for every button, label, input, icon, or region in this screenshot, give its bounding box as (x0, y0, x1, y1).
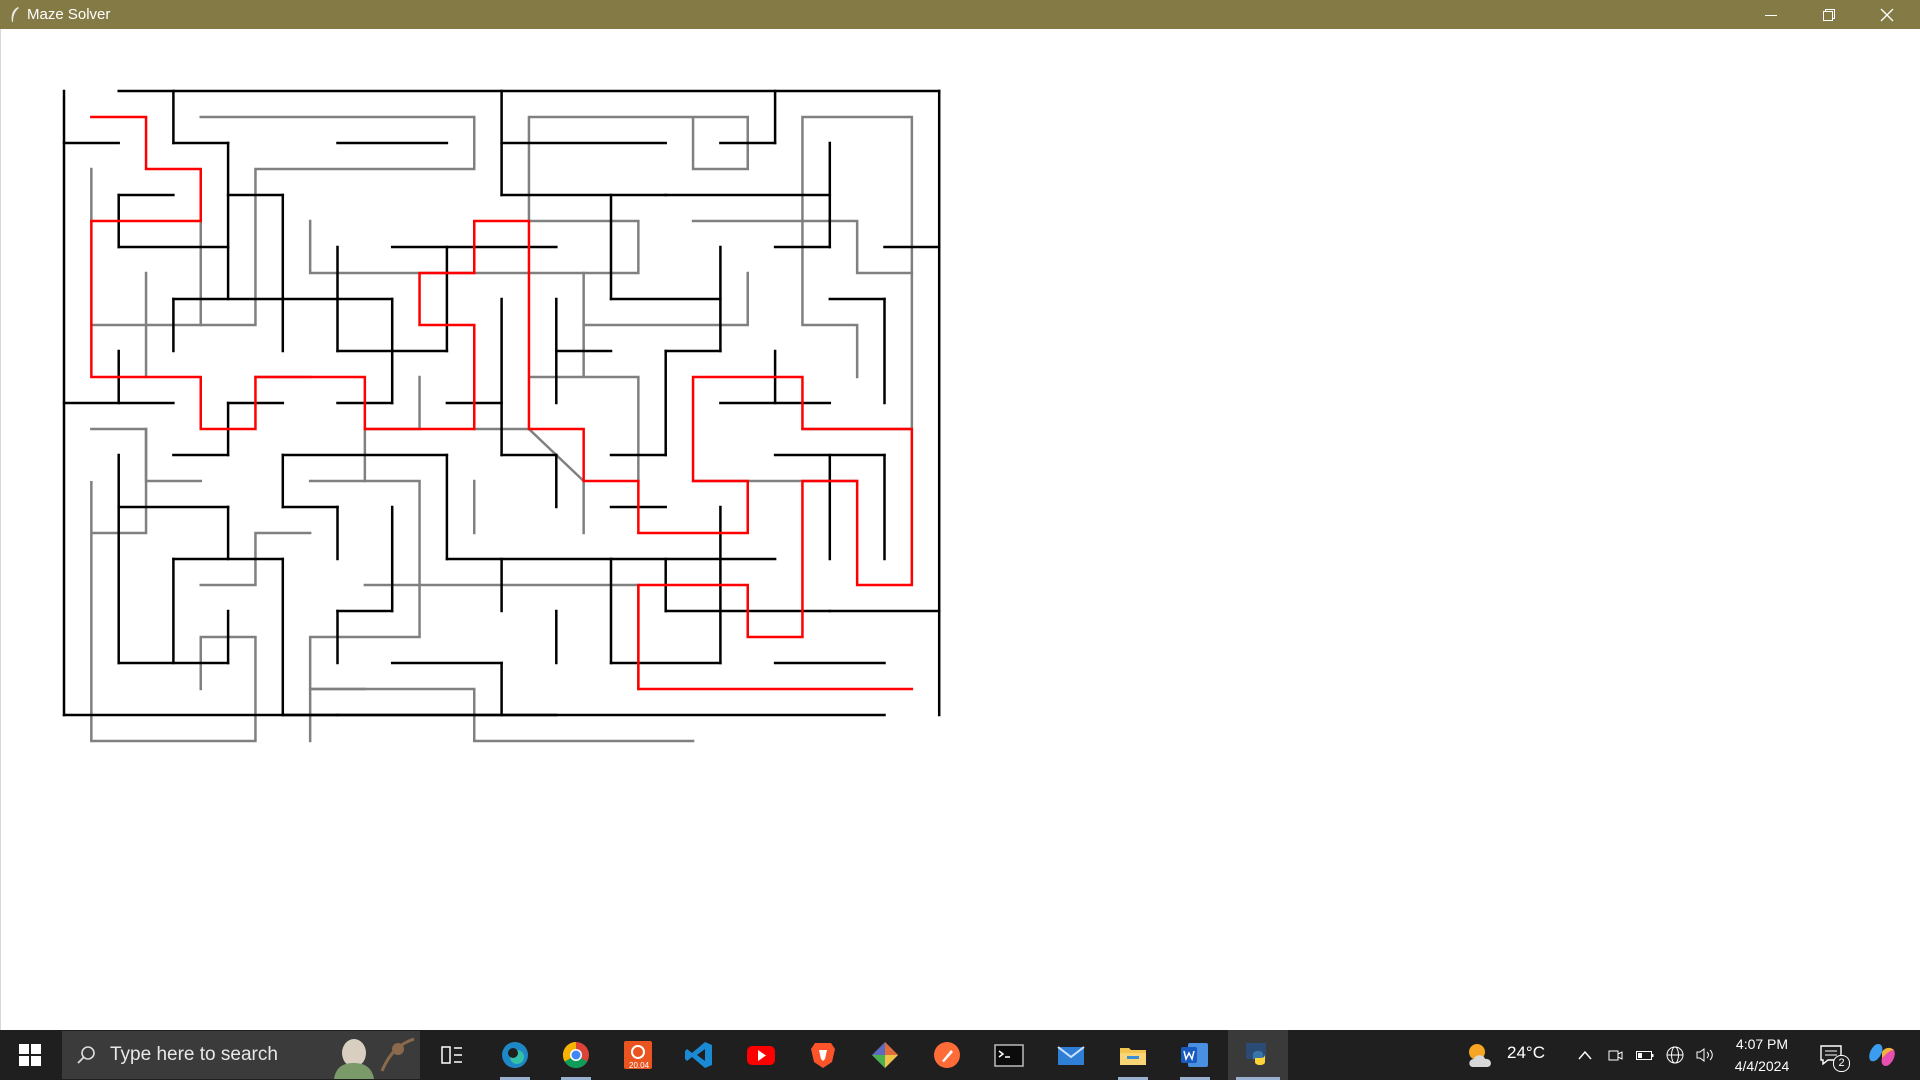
taskbar-mail[interactable] (1046, 1030, 1096, 1080)
search-icon (77, 1046, 95, 1064)
search-placeholder: Type here to search (110, 1044, 278, 1065)
brave-icon (811, 1043, 835, 1068)
taskbar-edge[interactable] (490, 1030, 540, 1080)
show-hidden-icons[interactable] (1574, 1030, 1596, 1080)
close-button[interactable] (1858, 0, 1916, 29)
file-explorer-icon (1120, 1048, 1146, 1065)
battery-icon (1636, 1051, 1654, 1060)
postman-icon (934, 1042, 960, 1068)
battery-button[interactable] (1634, 1030, 1656, 1080)
search-highlight-illustration (334, 1037, 415, 1079)
meet-icon (1608, 1050, 1623, 1061)
taskbar-terminal[interactable] (984, 1030, 1034, 1080)
maze-walls (62, 89, 941, 717)
clock-time: 4:07 PM (1735, 1036, 1789, 1052)
taskbar-postman[interactable] (922, 1030, 972, 1080)
feather-app-icon (11, 7, 19, 22)
chevron-up-icon (1578, 1050, 1592, 1060)
start-button[interactable] (0, 1030, 60, 1080)
python-icon (1246, 1043, 1266, 1065)
terminal-icon (994, 1044, 1024, 1067)
taskbar-brave[interactable] (798, 1030, 848, 1080)
taskbar-vscode[interactable] (674, 1030, 724, 1080)
youtube-icon (747, 1046, 775, 1065)
task-view-button[interactable] (434, 1030, 470, 1080)
taskbar-python[interactable] (1228, 1030, 1288, 1080)
volume-icon (1696, 1048, 1713, 1062)
copilot-icon (1869, 1044, 1895, 1066)
visited-path-segment (473, 427, 585, 535)
taskbar-search[interactable]: Type here to search (62, 1031, 420, 1079)
weather-button[interactable] (1464, 1030, 1498, 1080)
vscode-icon (685, 1042, 712, 1068)
partly-cloudy-icon (1469, 1044, 1491, 1067)
ubuntu-version-badge: 20.04 (629, 1061, 650, 1070)
taskbar-word[interactable] (1170, 1030, 1220, 1080)
restore-icon (1823, 8, 1835, 21)
notification-count-badge: 2 (1833, 1055, 1850, 1072)
volume-button[interactable] (1693, 1030, 1717, 1080)
taskbar-ubuntu[interactable]: 20.04 (613, 1030, 663, 1080)
notifications-button[interactable]: 2 (1814, 1030, 1850, 1080)
canvas-area (0, 29, 1920, 1030)
windows-icon (19, 1044, 41, 1066)
edge-icon (502, 1042, 528, 1068)
weather-temperature[interactable]: 24°C (1507, 1043, 1545, 1063)
network-button[interactable] (1663, 1030, 1687, 1080)
title-bar: Maze Solver (0, 0, 1920, 29)
taskbar-git[interactable] (860, 1030, 910, 1080)
network-globe-icon (1666, 1046, 1684, 1064)
mail-icon (1057, 1046, 1085, 1065)
task-view-icon (441, 1046, 462, 1064)
meet-now-button[interactable] (1604, 1030, 1626, 1080)
maze-canvas (62, 89, 941, 743)
taskbar-youtube[interactable] (736, 1030, 786, 1080)
window-title: Maze Solver (27, 6, 111, 23)
chrome-icon (562, 1041, 589, 1069)
taskbar: Type here to search 20.04 24°C 4:07 PM 4… (0, 1030, 1920, 1080)
copilot-button[interactable] (1862, 1030, 1902, 1080)
taskbar-chrome[interactable] (551, 1030, 601, 1080)
word-icon (1181, 1043, 1208, 1067)
taskbar-file-explorer[interactable] (1108, 1030, 1158, 1080)
clock-date: 4/4/2024 (1734, 1058, 1790, 1074)
restore-button[interactable] (1800, 0, 1858, 29)
minimize-button[interactable] (1742, 0, 1800, 29)
close-icon (1880, 8, 1894, 21)
minimize-icon (1765, 14, 1777, 16)
git-icon (872, 1042, 898, 1068)
